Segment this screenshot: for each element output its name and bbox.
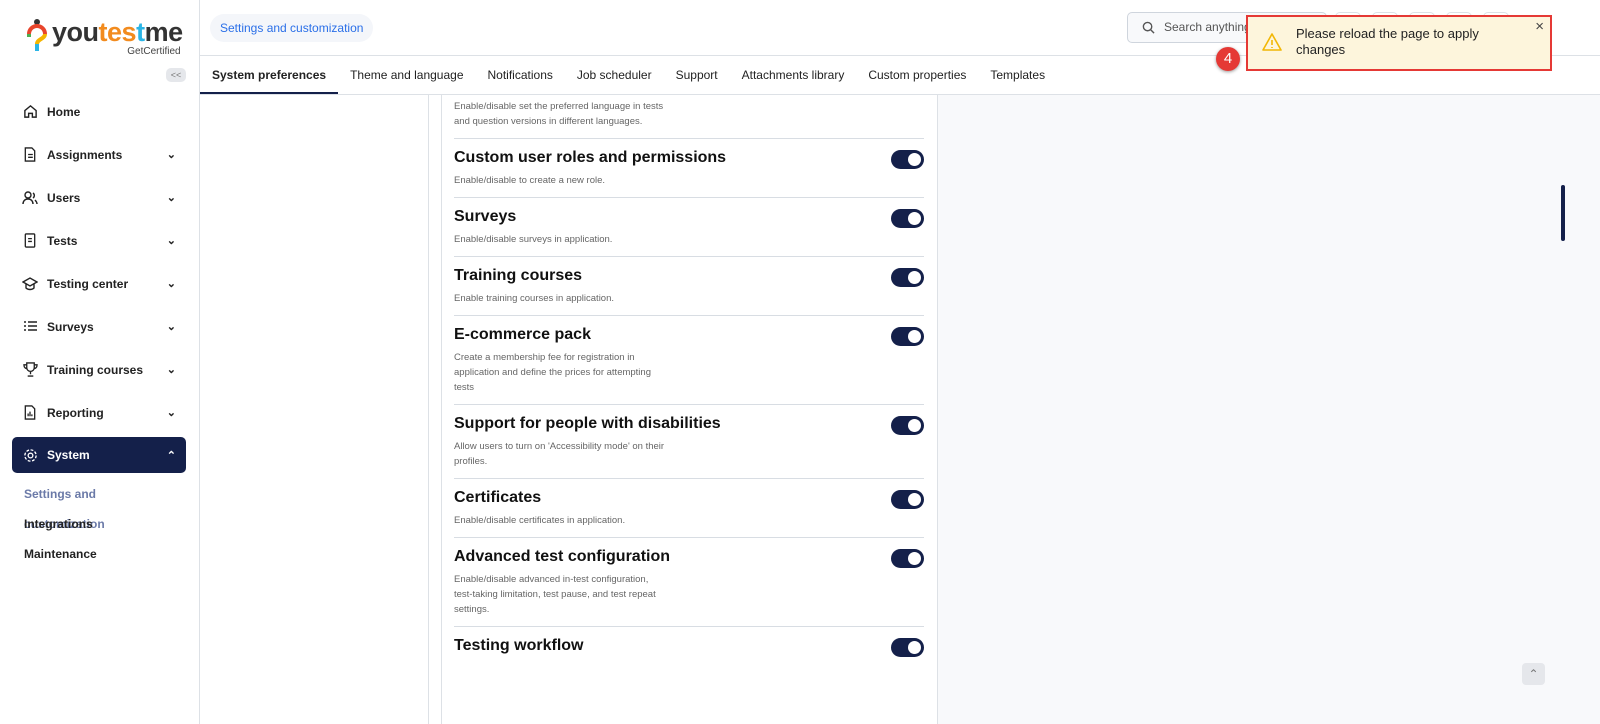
ecommerce-toggle[interactable] — [891, 327, 924, 346]
toast-message: Please reload the page to apply changes — [1296, 26, 1479, 57]
reload-toast: Please reload the page to apply changes … — [1246, 15, 1552, 71]
close-icon[interactable]: × — [1535, 19, 1544, 35]
setting-certificates: CertificatesEnable/disable certificates … — [454, 479, 924, 538]
list-icon — [22, 319, 38, 335]
tab-attachments-library[interactable]: Attachments library — [730, 56, 857, 94]
chevron-down-icon: ⌄ — [167, 363, 176, 376]
setting-surveys: SurveysEnable/disable surveys in applica… — [454, 198, 924, 257]
logo-mark-icon — [26, 18, 48, 52]
sidebar-subitem-settings[interactable]: Settings and customization — [12, 479, 186, 509]
setting-ecommerce: E-commerce packCreate a membership fee f… — [454, 316, 924, 405]
sidebar-item-assignments[interactable]: Assignments⌄ — [12, 133, 186, 176]
sidebar-item-training-courses[interactable]: Training courses⌄ — [12, 348, 186, 391]
graduation-cap-icon — [22, 276, 38, 292]
chevron-down-icon: ⌄ — [167, 234, 176, 247]
certificates-toggle[interactable] — [891, 490, 924, 509]
scroll-to-top-button[interactable]: ⌃ — [1522, 663, 1545, 685]
tab-custom-properties[interactable]: Custom properties — [856, 56, 978, 94]
testing-workflow-toggle[interactable] — [891, 638, 924, 657]
gear-icon — [22, 447, 38, 463]
settings-card: Enable/disable set the preferred languag… — [441, 95, 938, 724]
setting-training-courses: Training coursesEnable training courses … — [454, 257, 924, 316]
warning-icon — [1262, 33, 1282, 51]
surveys-toggle[interactable] — [891, 209, 924, 228]
tab-theme-and-language[interactable]: Theme and language — [338, 56, 475, 94]
setting-advanced-test-config: Advanced test configurationEnable/disabl… — [454, 538, 924, 627]
advanced-test-config-toggle[interactable] — [891, 549, 924, 568]
content-background — [937, 95, 1600, 724]
search-icon — [1142, 21, 1155, 34]
setting-testing-workflow: Testing workflow — [454, 627, 924, 666]
settings-nav-panel — [200, 95, 429, 724]
tab-system-preferences[interactable]: System preferences — [200, 56, 338, 94]
sidebar-nav: Home Assignments⌄ Users⌄ Tests⌄ Testing … — [12, 90, 186, 569]
sidebar-item-reporting[interactable]: Reporting⌄ — [12, 391, 186, 434]
scrollbar[interactable] — [1561, 185, 1565, 241]
report-icon — [22, 405, 38, 421]
setting-language-versions: Enable/disable set the preferred languag… — [454, 95, 924, 139]
custom-roles-toggle[interactable] — [891, 150, 924, 169]
test-icon — [22, 233, 38, 249]
chevron-down-icon: ⌄ — [167, 191, 176, 204]
sidebar-subitem-maintenance[interactable]: Maintenance — [12, 539, 186, 569]
document-icon — [22, 147, 38, 163]
chevron-down-icon: ⌄ — [167, 406, 176, 419]
chevron-down-icon: ⌄ — [167, 277, 176, 290]
accessibility-toggle[interactable] — [891, 416, 924, 435]
tab-support[interactable]: Support — [664, 56, 730, 94]
setting-accessibility: Support for people with disabilitiesAllo… — [454, 405, 924, 479]
chevron-down-icon: ⌄ — [167, 148, 176, 161]
tab-job-scheduler[interactable]: Job scheduler — [565, 56, 664, 94]
step-badge: 4 — [1216, 47, 1240, 71]
sidebar-item-tests[interactable]: Tests⌄ — [12, 219, 186, 262]
sidebar-item-system[interactable]: System⌃ — [12, 437, 186, 473]
trophy-icon — [22, 362, 38, 378]
sidebar-item-testing-center[interactable]: Testing center⌄ — [12, 262, 186, 305]
collapse-sidebar-button[interactable]: << — [166, 68, 186, 82]
users-icon — [22, 190, 38, 206]
chevron-up-icon: ⌃ — [167, 449, 176, 462]
tab-notifications[interactable]: Notifications — [476, 56, 565, 94]
setting-custom-roles: Custom user roles and permissionsEnable/… — [454, 139, 924, 198]
logo[interactable]: youtestme GetCertified — [26, 18, 183, 52]
double-chevron-up-icon: ⌃ — [1528, 667, 1538, 681]
sidebar-item-home[interactable]: Home — [12, 90, 186, 133]
home-icon — [22, 104, 38, 120]
tab-templates[interactable]: Templates — [978, 56, 1057, 94]
sidebar: youtestme GetCertified << Home Assignmen… — [0, 0, 200, 724]
sidebar-item-users[interactable]: Users⌄ — [12, 176, 186, 219]
breadcrumb[interactable]: Settings and customization — [210, 14, 373, 42]
chevron-down-icon: ⌄ — [167, 320, 176, 333]
sidebar-item-surveys[interactable]: Surveys⌄ — [12, 305, 186, 348]
training-courses-toggle[interactable] — [891, 268, 924, 287]
